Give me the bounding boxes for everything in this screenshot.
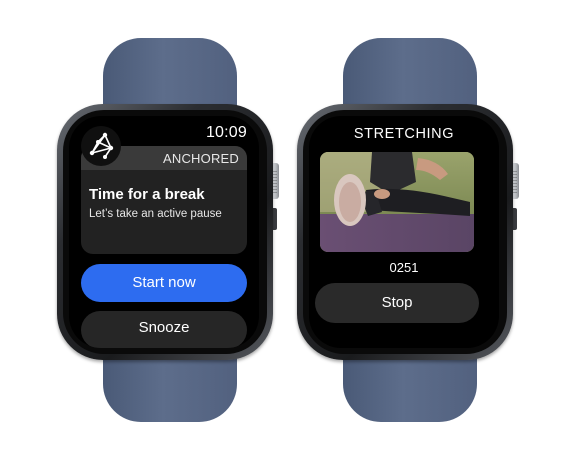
clock-time: 10:09 [205,124,247,141]
watch-band-bottom [103,350,237,422]
watch-right: STRETCHING 0251 Stop [290,0,530,457]
notification-body: Let’s take an active pause [89,208,222,220]
watch-band-bottom [343,350,477,422]
watch-screen: 10:09 ANCHORED Time for a break Let’s ta… [69,116,259,348]
watch-left: 10:09 ANCHORED Time for a break Let’s ta… [50,0,290,457]
watch-case: STRETCHING 0251 Stop [297,104,513,360]
workout-title: STRETCHING [353,126,455,142]
stop-button[interactable]: Stop [315,283,479,323]
anchored-logo-icon [81,126,121,166]
watch-screen: STRETCHING 0251 Stop [309,116,499,348]
notification-title: Time for a break [89,186,205,203]
app-name: ANCHORED [163,151,239,166]
stretching-video-thumbnail[interactable] [320,152,474,252]
timer-counter: 0251 [389,260,419,275]
snooze-button[interactable]: Snooze [81,311,247,348]
start-now-button[interactable]: Start now [81,264,247,302]
watch-case: 10:09 ANCHORED Time for a break Let’s ta… [57,104,273,360]
